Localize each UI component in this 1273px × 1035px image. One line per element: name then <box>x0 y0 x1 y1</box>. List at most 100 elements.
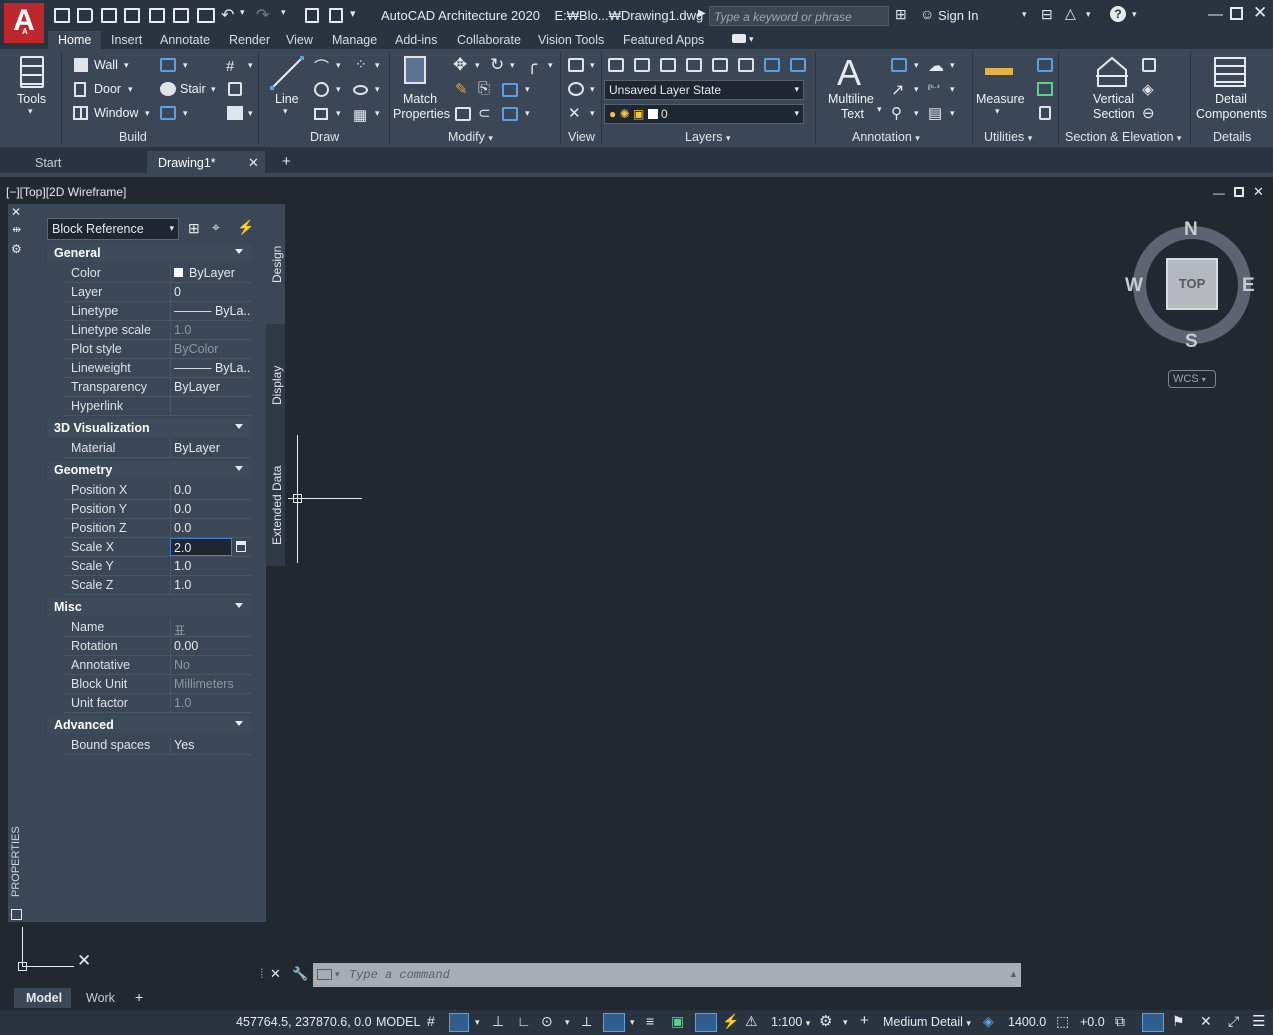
field-dropdown-icon[interactable]: ▾ <box>950 84 955 95</box>
category-advanced[interactable]: Advanced <box>47 716 251 734</box>
match-properties-label-2[interactable]: Properties <box>393 107 450 121</box>
viewport-controls[interactable]: [−][Top][2D Wireframe] <box>6 185 126 199</box>
viewport-restore-icon[interactable] <box>1234 187 1244 197</box>
prop-row[interactable]: Linetype scale 1.0 <box>64 321 251 340</box>
clean-screen-icon[interactable]: ⚑ <box>1172 1013 1185 1030</box>
tag-dropdown-icon[interactable]: ▾ <box>914 108 919 119</box>
close-button[interactable]: ✕ <box>1253 3 1267 23</box>
lineweight-icon[interactable]: ≡ <box>646 1013 654 1029</box>
rectangle-dropdown-icon[interactable]: ▾ <box>336 108 341 119</box>
tab-collaborate[interactable]: Collaborate <box>457 31 521 50</box>
object-snap-icon[interactable] <box>603 1013 625 1032</box>
compass-west[interactable]: W <box>1125 275 1143 297</box>
prop-row[interactable]: Position Y 0.0 <box>64 500 251 519</box>
tab-manage[interactable]: Manage <box>332 31 377 50</box>
maximize-button[interactable] <box>1230 7 1243 20</box>
calculator-icon[interactable] <box>236 541 246 552</box>
wall-dropdown-icon[interactable]: ▾ <box>124 60 129 71</box>
wall-button[interactable]: Wall <box>94 58 118 72</box>
vertical-section-icon[interactable] <box>1096 56 1128 88</box>
surface-hatch-icon[interactable]: ⬚ <box>1056 1013 1069 1030</box>
viewport-minimize-icon[interactable]: — <box>1213 186 1225 200</box>
grid-icon[interactable]: # <box>226 58 234 75</box>
ucs-menu[interactable]: WCS ▾ <box>1168 370 1216 388</box>
tab-view[interactable]: View <box>286 31 313 50</box>
help-icon[interactable]: ? <box>1110 6 1126 22</box>
layer-match-icon[interactable] <box>738 58 754 72</box>
save-icon[interactable] <box>101 8 117 23</box>
viewports-dropdown-icon[interactable]: ▾ <box>590 108 595 119</box>
door-dropdown-icon[interactable]: ▾ <box>128 84 133 95</box>
prop-row[interactable]: Name 표 <box>64 618 251 637</box>
layer-lock-icon[interactable] <box>712 58 728 72</box>
fullscreen-icon[interactable]: ⤢ <box>1228 1013 1239 1030</box>
prop-row[interactable]: Unit factor 1.0 <box>64 694 251 713</box>
command-expand-icon[interactable]: ▲ <box>1009 969 1018 979</box>
prop-row[interactable]: Position X 0.0 <box>64 481 251 500</box>
tab-featured-apps[interactable]: Featured Apps <box>623 31 704 50</box>
tab-insert[interactable]: Insert <box>111 31 142 50</box>
detail-components-label-1[interactable]: Detail <box>1215 92 1247 106</box>
tab-home[interactable]: Home <box>48 31 101 50</box>
elevation-icon[interactable] <box>1142 58 1156 72</box>
prop-row[interactable]: Scale Z 1.0 <box>64 576 251 595</box>
transparency-icon[interactable]: ▣ <box>671 1013 684 1030</box>
line-dropdown-icon[interactable]: ▾ <box>283 106 288 117</box>
command-grip-icon[interactable]: ⁞ <box>260 966 264 981</box>
command-input[interactable]: Type a command <box>349 968 450 982</box>
store-icon[interactable]: ⊟ <box>1041 6 1053 23</box>
compass-south[interactable]: S <box>1185 331 1198 353</box>
open-web-icon[interactable] <box>149 8 165 23</box>
category-general[interactable]: General <box>47 244 251 262</box>
infer-constraints-icon[interactable]: ⊥ <box>492 1013 504 1030</box>
opening-dropdown-icon[interactable]: ▾ <box>183 108 188 119</box>
minimize-button[interactable]: — <box>1208 6 1223 23</box>
tab-extended-data[interactable]: Extended Data <box>270 466 284 545</box>
vertical-section-label-1[interactable]: Vertical <box>1093 92 1134 106</box>
isometric-drafting-icon[interactable]: ⟂ <box>582 1013 591 1030</box>
compass-east[interactable]: E <box>1242 275 1255 297</box>
elevation-offset[interactable]: +0.0 <box>1080 1015 1105 1029</box>
layer-properties-icon[interactable] <box>608 58 624 72</box>
scale-x-input[interactable]: 2.0 <box>170 538 232 556</box>
sign-in-button[interactable]: Sign In <box>938 8 978 23</box>
ortho-mode-icon[interactable]: ∟ <box>517 1013 531 1029</box>
tools-button[interactable]: Tools <box>17 92 46 106</box>
current-layer-dropdown[interactable]: ● ✺ ▣ 0 ▾ <box>604 104 804 124</box>
measure-button[interactable]: Measure <box>976 92 1025 106</box>
help-dropdown-icon[interactable]: ▾ <box>1132 9 1137 20</box>
quick-select-icon[interactable]: ⚡ <box>237 219 254 236</box>
qat-dropdown-icon[interactable]: ▾ <box>350 7 356 20</box>
quick-select-icon[interactable] <box>1037 58 1053 72</box>
snap-mode-icon[interactable] <box>449 1013 469 1032</box>
view-manager-dropdown-icon[interactable]: ▾ <box>590 84 595 95</box>
tag-icon[interactable]: ⚲ <box>891 104 902 122</box>
rotate-dropdown-icon[interactable]: ▾ <box>510 60 515 71</box>
viewcube-top-face[interactable]: TOP <box>1166 258 1218 310</box>
measure-icon[interactable] <box>985 68 1013 75</box>
cut-plane-elevation[interactable]: 1400.0 <box>1008 1015 1046 1029</box>
command-history-dropdown-icon[interactable]: ▾ <box>335 969 340 980</box>
display-configuration-dropdown[interactable]: Medium Detail ▾ <box>883 1015 971 1029</box>
multiline-text-label-2[interactable]: Text <box>841 107 864 121</box>
isolate-objects-icon[interactable]: ⧉ <box>1115 1013 1125 1030</box>
layer-state-dropdown[interactable]: Unsaved Layer State ▾ <box>604 80 804 100</box>
ribbon-minimize-icon[interactable] <box>732 34 746 43</box>
category-geometry[interactable]: Geometry <box>47 461 251 479</box>
dimension-dropdown-icon[interactable]: ▾ <box>914 60 919 71</box>
point-dropdown-icon[interactable]: ▾ <box>375 60 380 71</box>
multiline-text-label-1[interactable]: Multiline <box>828 92 874 106</box>
save-web-icon[interactable] <box>173 8 189 23</box>
mirror-icon[interactable] <box>502 83 518 97</box>
workspace-dropdown-icon[interactable]: ▾ <box>843 1017 848 1028</box>
view-cube-icon[interactable] <box>568 58 584 72</box>
prop-row[interactable]: Annotative No <box>64 656 251 675</box>
prop-row[interactable]: Scale X 2.0 <box>64 538 251 557</box>
prop-row[interactable]: Bound spaces Yes <box>64 736 251 755</box>
title-expand-icon[interactable]: ▶ <box>698 8 706 19</box>
customization-menu-icon[interactable]: ☰ <box>1252 1012 1265 1030</box>
toggle-pickadd-icon[interactable]: ⊞ <box>188 220 200 237</box>
application-menu-button[interactable]: AA <box>4 3 44 43</box>
workspace-gear-icon[interactable]: ⚙ <box>819 1012 832 1030</box>
revision-cloud-dropdown-icon[interactable]: ▾ <box>950 60 955 71</box>
